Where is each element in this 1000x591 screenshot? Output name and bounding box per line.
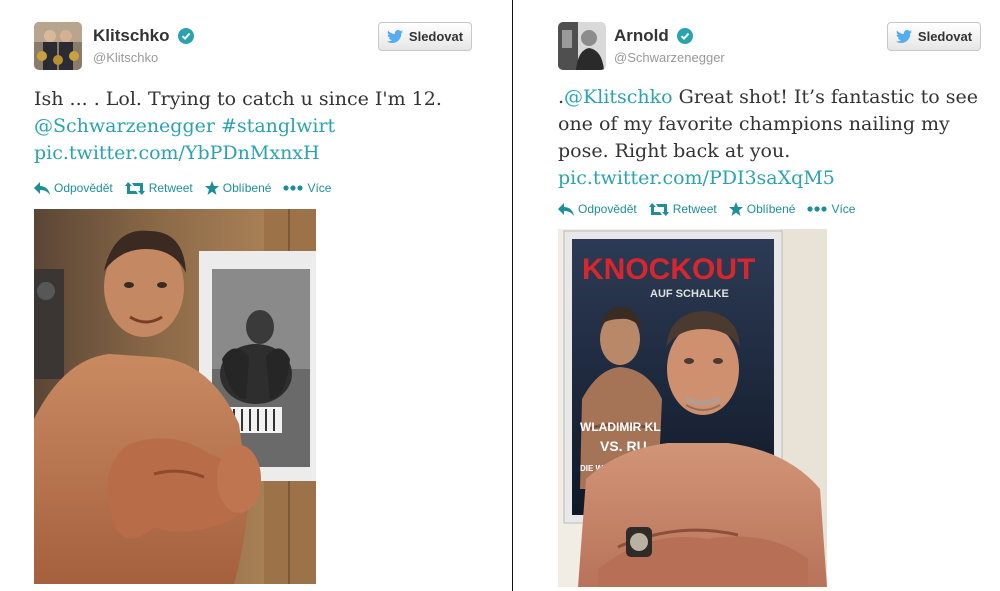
favorite-label: Oblíbené [222, 181, 272, 195]
reply-button[interactable]: Odpovědět [34, 181, 113, 195]
tweet-klitschko: Klitschko @Klitschko Sledovat Ish ... . … [0, 0, 512, 591]
reply-icon [558, 202, 574, 216]
follow-button[interactable]: Sledovat [887, 22, 981, 51]
more-label: Více [307, 181, 332, 195]
more-label: Více [831, 202, 856, 216]
user-name-block: Klitschko @Klitschko [93, 26, 194, 65]
poster-subtitle: AUF SCHALKE [650, 288, 729, 300]
media-link[interactable]: pic.twitter.com/PDI3saXqM5 [558, 167, 835, 189]
retweet-label: Retweet [148, 181, 193, 195]
more-dots-icon [283, 185, 304, 191]
reply-icon [34, 181, 50, 195]
more-button[interactable]: Více [807, 202, 855, 216]
tweet-photo[interactable] [34, 209, 316, 584]
tweet-line: pose. Right back at you. [558, 140, 791, 162]
more-dots-icon [807, 206, 828, 212]
reply-button[interactable]: Odpovědět [558, 202, 637, 216]
tweet-line: Ish ... . Lol. Trying to catch u since I… [34, 88, 442, 110]
tweet-line: @Schwarzenegger #stanglwirt [34, 113, 442, 140]
tweet-text: .@Klitschko Great shot! It’s fantastic t… [558, 84, 978, 192]
mention-link[interactable]: @Klitschko [564, 86, 673, 108]
star-icon [728, 202, 743, 216]
retweet-button[interactable]: Retweet [648, 202, 717, 216]
avatar[interactable] [34, 22, 82, 70]
text-rest: Great shot! It’s fantastic to see [672, 86, 978, 108]
poster-title: KNOCKOUT [582, 253, 755, 286]
follow-label: Sledovat [408, 29, 464, 44]
tweet-line: .@Klitschko Great shot! It’s fantastic t… [558, 84, 978, 111]
verified-badge-icon [177, 28, 194, 44]
tweet-actions: Odpovědět Retweet Oblíbené Více [34, 181, 331, 195]
media-link[interactable]: pic.twitter.com/YbPDnMxnxH [34, 142, 320, 164]
tweet-photo[interactable]: KNOCKOUT AUF SCHALKE WLADIMIR KL VS. RU … [558, 229, 827, 587]
tweet-line: one of my favorite champions nailing my [558, 113, 950, 135]
retweet-icon [124, 181, 145, 195]
twitter-bird-icon [895, 30, 912, 43]
retweet-button[interactable]: Retweet [124, 181, 193, 195]
tweet-line: pic.twitter.com/PDI3saXqM5 [558, 165, 978, 192]
retweet-icon [648, 202, 669, 216]
favorite-button[interactable]: Oblíbené [204, 181, 272, 195]
hashtag-link[interactable]: #stanglwirt [221, 115, 335, 137]
follow-button[interactable]: Sledovat [378, 22, 472, 51]
user-handle: @Klitschko [93, 50, 159, 65]
avatar[interactable] [558, 22, 606, 70]
user-handle: @Schwarzenegger [614, 50, 725, 65]
user-name-block: Arnold @Schwarzenegger [614, 26, 725, 65]
retweet-label: Retweet [672, 202, 717, 216]
favorite-label: Oblíbené [746, 202, 796, 216]
more-button[interactable]: Více [283, 181, 331, 195]
star-icon [204, 181, 219, 195]
reply-label: Odpovědět [54, 181, 113, 195]
poster-name: WLADIMIR KL [580, 420, 661, 434]
verified-badge-icon [677, 28, 694, 44]
tweet-text: Ish ... . Lol. Trying to catch u since I… [34, 86, 442, 167]
tweet-arnold: Arnold @Schwarzenegger Sledovat .@Klitsc… [513, 0, 1000, 591]
twitter-bird-icon [386, 30, 403, 43]
mention-link[interactable]: @Schwarzenegger [34, 115, 215, 137]
display-name[interactable]: Klitschko [93, 26, 170, 46]
tweet-actions: Odpovědět Retweet Oblíbené Více [558, 202, 855, 216]
reply-label: Odpovědět [578, 202, 637, 216]
display-name[interactable]: Arnold [614, 26, 669, 46]
follow-label: Sledovat [917, 29, 973, 44]
favorite-button[interactable]: Oblíbené [728, 202, 796, 216]
tweet-line: pic.twitter.com/YbPDnMxnxH [34, 140, 442, 167]
